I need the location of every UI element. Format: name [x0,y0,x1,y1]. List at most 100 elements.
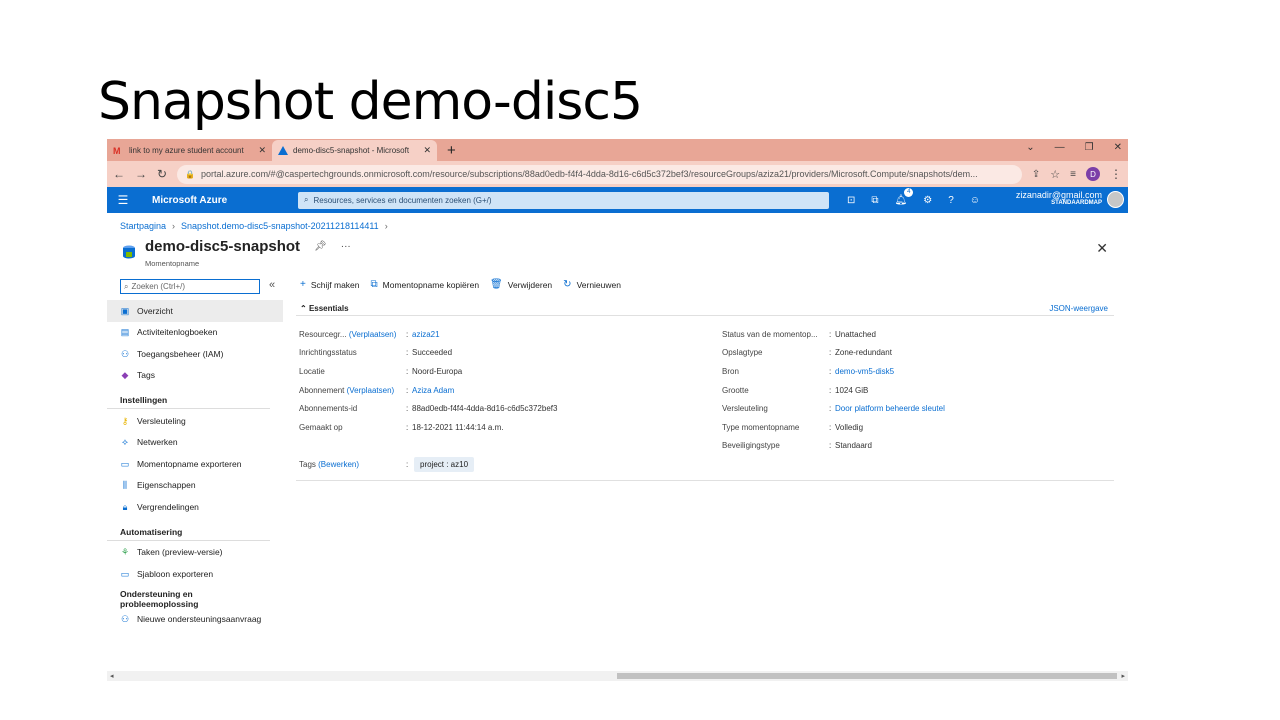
slide-title: Snapshot demo-disc5 [98,72,643,132]
nav-item-versleuteling[interactable]: ⚷ Versleuteling [107,410,283,432]
tag-chip: project : az10 [414,457,475,472]
forward-icon[interactable]: → [135,167,147,181]
tab-search-icon[interactable]: ⌄ [1026,142,1034,153]
new-tab-button[interactable]: + [447,142,456,159]
user-avatar[interactable] [1107,191,1124,208]
create-disk-button[interactable]: + Schijf maken [300,279,360,290]
nav-item-overzicht[interactable]: ▣ Overzicht [107,300,283,322]
tab-gmail[interactable]: M link to my azure student account ✕ [107,140,272,161]
global-search-input[interactable]: ⌕ Resources, services en documenten zoek… [298,191,829,209]
essential-row: Opslagtype : Zone-redundant [722,348,892,358]
command-label: Verwijderen [507,279,553,290]
nav-item-netwerken[interactable]: ⟡ Netwerken [107,432,283,454]
move-link[interactable]: (Verplaatsen) [347,386,395,395]
nav-item-label: Nieuwe ondersteuningsaanvraag [137,614,262,625]
scroll-left-icon[interactable]: ◂ [110,672,114,680]
subscription-link[interactable]: Aziza Adam [412,386,454,395]
delete-button[interactable]: 🗑︎ Verwijderen [490,279,552,290]
header-icons: ⊡ ⧉ 🔔︎ 4 ⚙ ? ☺ [847,187,980,206]
horizontal-scrollbar[interactable]: ◂ ▸ [107,671,1128,681]
source-disk-link[interactable]: demo-vm5-disk5 [835,367,894,376]
url-field[interactable]: 🔒 portal.azure.com/#@caspertechgrounds.o… [177,164,1022,184]
user-account[interactable]: zizanadir@gmail.com STANDAARDMAP [1016,190,1102,206]
essential-row: Gemaakt op : 18-12-2021 11:44:14 a.m. [299,422,504,432]
essentials-right-column: Status van de momentop... : Unattached O… [722,325,945,455]
nav-item-tags[interactable]: ◆ Tags [107,365,283,387]
minimize-icon[interactable]: — [1055,142,1065,153]
pin-icon[interactable]: 📌︎ [314,241,327,252]
nav-item-activiteitenlogboeken[interactable]: ▤ Activiteitenlogboeken [107,322,283,344]
resource-group-link[interactable]: aziza21 [412,330,440,339]
nav-item-label: Momentopname exporteren [137,458,242,469]
nav-item-vergrendelingen[interactable]: 🔒︎ Vergrendelingen [107,496,283,518]
plus-icon: + [300,279,306,290]
notifications-icon[interactable]: 🔔︎ 4 [895,187,914,206]
collapse-nav-icon[interactable]: « [269,279,275,291]
command-label: Momentopname kopiëren [382,279,480,290]
tags-key: Tags [299,460,316,469]
nav-item-sjabloon-exporteren[interactable]: ▭ Sjabloon exporteren [107,563,283,585]
nav-item-taken[interactable]: ⚘ Taken (preview-versie) [107,542,283,564]
json-view-link[interactable]: JSON-weergave [1049,304,1108,313]
encryption-link[interactable]: Door platform beheerde sleutel [835,404,945,413]
tab-bar: M link to my azure student account ✕ dem… [107,139,1128,161]
essentials-toggle[interactable]: ⌃ Essentials [300,304,349,313]
bookmark-star-icon[interactable]: ☆ [1050,168,1060,181]
essential-value: Succeeded [412,348,453,358]
essential-key: Abonnements-id [299,404,358,414]
cloud-shell-icon[interactable]: ⊡ [847,195,855,206]
hamburger-menu-icon[interactable]: ☰ [107,193,139,207]
essential-value: 1024 GiB [835,385,869,395]
export-template-icon: ▭ [120,568,130,579]
essential-key: Bron [722,366,739,376]
nav-item-iam[interactable]: ⚇ Toegangsbeheer (IAM) [107,343,283,365]
profile-avatar[interactable]: D [1086,167,1100,181]
scroll-right-icon[interactable]: ▸ [1121,672,1125,680]
reload-icon[interactable]: ↻ [157,167,167,181]
restore-icon[interactable]: ❐ [1085,142,1094,153]
user-directory: STANDAARDMAP [1051,200,1102,206]
scrollbar-thumb[interactable] [617,673,1117,679]
nav-section-automatisering: Automatisering [107,524,270,541]
breadcrumb-snapshot[interactable]: Snapshot.demo-disc5-snapshot-20211218114… [181,221,379,231]
close-blade-icon[interactable]: ✕ [1096,240,1108,257]
breadcrumb-home[interactable]: Startpagina [120,221,166,231]
notifications-badge: 4 [904,187,914,197]
close-tab-icon[interactable]: ✕ [258,145,266,156]
close-tab-icon[interactable]: ✕ [423,145,431,156]
nav-item-label: Tags [137,370,155,381]
trash-icon: 🗑︎ [490,279,503,290]
essential-key: Abonnement [299,385,345,395]
feedback-icon[interactable]: ☺ [970,195,980,206]
settings-gear-icon[interactable]: ⚙ [923,195,932,206]
tab-azure[interactable]: demo-disc5-snapshot - Microsoft ✕ [272,140,437,161]
azure-brand[interactable]: Microsoft Azure [139,195,298,206]
essential-row: Versleuteling : Door platform beheerde s… [722,404,945,414]
more-options-icon[interactable]: ··· [341,241,351,252]
share-icon[interactable]: ⇪ [1032,169,1040,180]
azure-header: ☰ Microsoft Azure ⌕ Resources, services … [107,187,1128,213]
tag-icon: ◆ [121,370,129,381]
support-icon: ⚇ [120,614,130,625]
essential-key: Type momentopname [722,422,800,432]
essential-key: Versleuteling [722,404,768,414]
reading-list-icon[interactable]: ≡ [1070,169,1076,180]
close-window-icon[interactable]: ✕ [1114,142,1122,153]
access-control-icon: ⚇ [120,348,130,359]
search-placeholder: Resources, services en documenten zoeken… [313,195,492,205]
refresh-button[interactable]: ↻ Vernieuwen [563,279,621,290]
essential-row: Beveiligingstype : Standaard [722,441,872,451]
edit-tags-link[interactable]: (Bewerken) [318,460,359,469]
export-icon: ▭ [120,458,130,469]
nav-item-ondersteuningsaanvraag[interactable]: ⚇ Nieuwe ondersteuningsaanvraag [107,609,283,631]
nav-item-momentopname-exporteren[interactable]: ▭ Momentopname exporteren [107,453,283,475]
browser-menu-icon[interactable]: ⋮ [1110,167,1122,181]
directory-filter-icon[interactable]: ⧉ [871,195,878,206]
essential-row: Abonnements-id : 88ad0edb-f4f4-4dda-8d16… [299,404,558,414]
nav-item-eigenschappen[interactable]: ⫼ Eigenschappen [107,475,283,497]
nav-search-input[interactable]: ⌕ Zoeken (Ctrl+/) [120,279,260,294]
move-link[interactable]: (Verplaatsen) [349,330,397,339]
back-icon[interactable]: ← [113,167,125,181]
copy-snapshot-button[interactable]: ⧉ Momentopname kopiëren [371,279,480,290]
help-icon[interactable]: ? [948,195,954,206]
